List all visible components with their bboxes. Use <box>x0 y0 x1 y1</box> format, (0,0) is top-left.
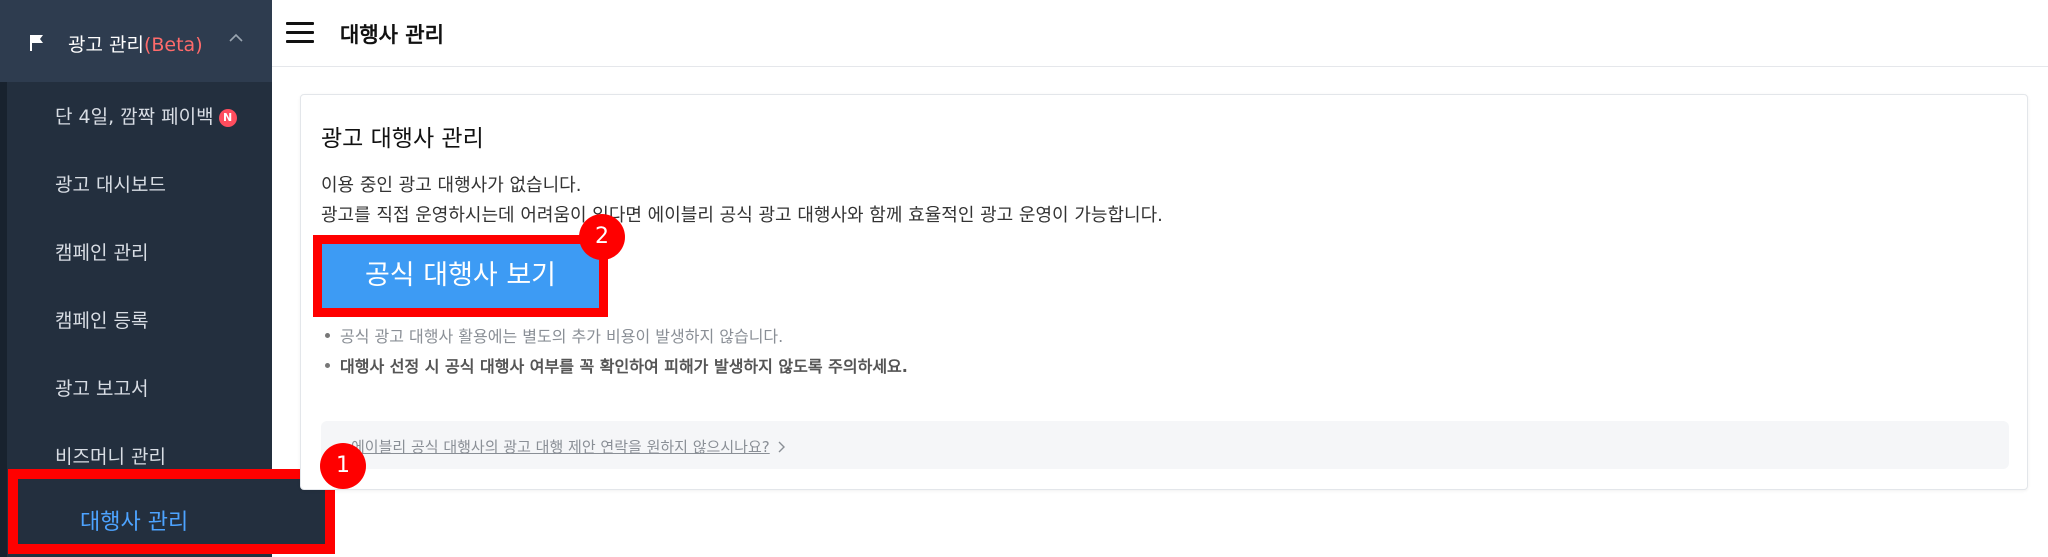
sidebar-section-header[interactable]: 광고 관리(Beta) <box>0 0 272 82</box>
sidebar-section-title: 광고 관리(Beta) <box>68 34 203 56</box>
view-official-agency-button[interactable]: 공식 대행사 보기 <box>313 235 608 317</box>
flag-icon <box>30 35 43 51</box>
sidebar-item-payback[interactable]: 단 4일, 깜짝 페이백 N <box>55 102 237 129</box>
new-badge: N <box>218 109 237 127</box>
sidebar-edge <box>0 0 7 557</box>
sidebar-item-report[interactable]: 광고 보고서 <box>55 374 148 401</box>
step-marker-1: 1 <box>320 443 366 489</box>
sidebar-item-agency-active[interactable]: 대행사 관리 <box>8 469 335 554</box>
card-title: 광고 대행사 관리 <box>321 126 484 152</box>
step-marker-2: 2 <box>579 214 625 260</box>
bullet-icon <box>325 363 330 368</box>
opt-out-link[interactable]: 에이블리 공식 대행사의 광고 대행 제안 연락을 원하지 않으시나요? <box>351 436 786 457</box>
agency-description: 광고를 직접 운영하시는데 어려움이 있다면 에이블리 공식 광고 대행사와 함… <box>321 205 1163 226</box>
hamburger-menu-icon[interactable] <box>286 22 314 44</box>
agency-management-card: 광고 대행사 관리 이용 중인 광고 대행사가 없습니다. 광고를 직접 운영하… <box>300 94 2028 490</box>
sidebar-item-label: 단 4일, 깜짝 페이백 <box>55 106 214 128</box>
sidebar-item-campaign-register[interactable]: 캠페인 등록 <box>55 306 148 333</box>
page-title: 대행사 관리 <box>340 23 444 47</box>
sidebar-item-campaign-manage[interactable]: 캠페인 관리 <box>55 238 148 265</box>
note-item: 공식 광고 대행사 활용에는 별도의 추가 비용이 발생하지 않습니다. <box>325 323 783 347</box>
top-bar: 대행사 관리 <box>272 0 2048 67</box>
warning-note-item: 대행사 선정 시 공식 대행사 여부를 꼭 확인하여 피해가 발생하지 않도록 … <box>325 353 908 377</box>
sidebar-item-label: 대행사 관리 <box>80 510 189 535</box>
chevron-right-icon <box>778 441 785 453</box>
sidebar-item-bizmoney[interactable]: 비즈머니 관리 <box>55 442 166 469</box>
bullet-icon <box>325 333 330 338</box>
sidebar-item-dashboard[interactable]: 광고 대시보드 <box>55 170 166 197</box>
contact-opt-out-box: 에이블리 공식 대행사의 광고 대행 제안 연락을 원하지 않으시나요? <box>321 421 2009 469</box>
beta-label: (Beta) <box>143 34 203 56</box>
chevron-up-icon[interactable] <box>228 32 244 44</box>
no-agency-message: 이용 중인 광고 대행사가 없습니다. <box>321 175 582 196</box>
